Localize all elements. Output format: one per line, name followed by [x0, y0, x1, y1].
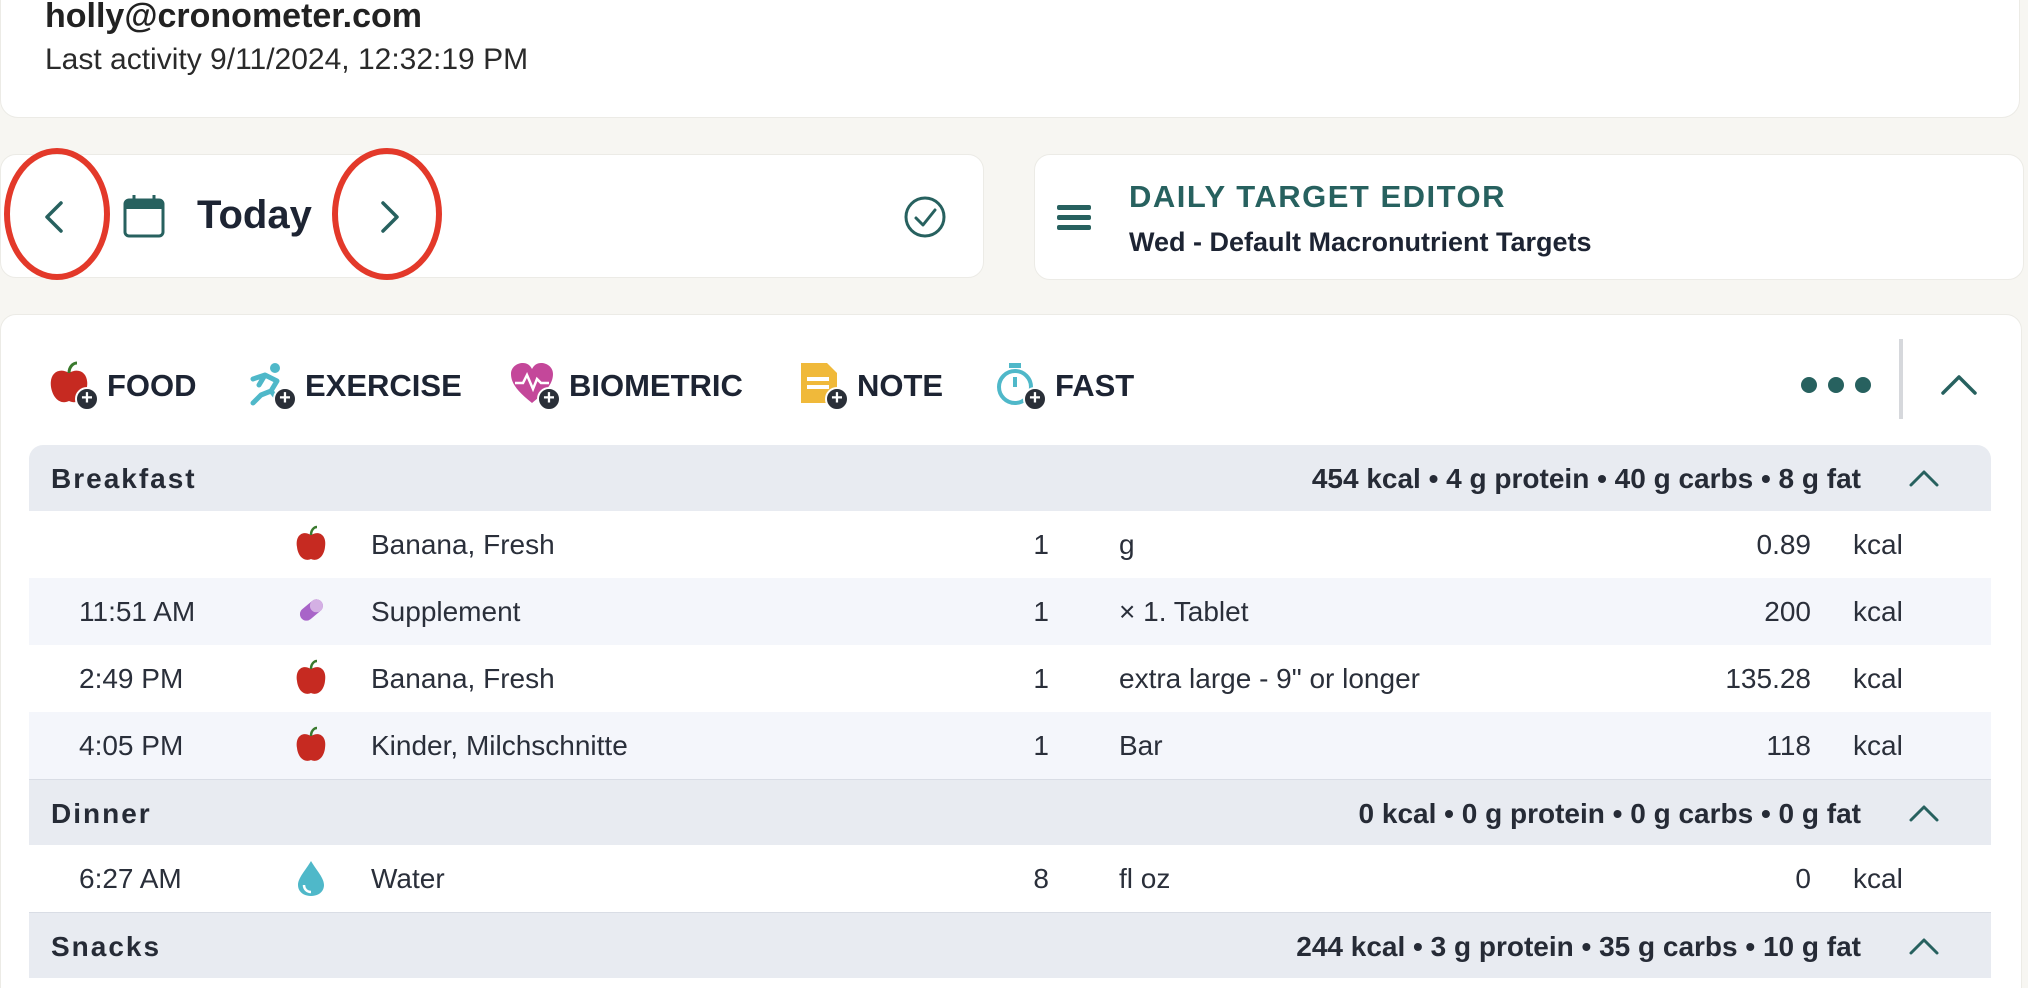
- divider: [1899, 339, 1903, 419]
- entry-kcal-unit: kcal: [1853, 730, 1903, 761]
- food-icon: [296, 525, 326, 560]
- entry-name: Banana, Fresh: [371, 529, 555, 560]
- entry-kcal-unit: kcal: [1853, 529, 1903, 560]
- diary-entry[interactable]: Banana, Fresh 1 g 0.89 kcal: [29, 511, 1991, 578]
- user-email: holly@cronometer.com: [45, 0, 423, 35]
- entry-kcal-unit: kcal: [1853, 663, 1903, 694]
- diary-entry[interactable]: 2:49 PM Banana, Fresh 1 extra large - 9"…: [29, 645, 1991, 712]
- entry-calories: 118: [1766, 730, 1811, 761]
- calendar-icon[interactable]: [121, 193, 167, 239]
- check-circle-icon[interactable]: [902, 194, 948, 240]
- entry-time: 11:51 AM: [79, 596, 196, 627]
- entry-quantity: 8: [1033, 863, 1049, 894]
- target-editor-subtitle: Wed - Default Macronutrient Targets: [1129, 227, 1592, 257]
- date-label[interactable]: Today: [197, 193, 312, 238]
- entry-calories: 135.28: [1725, 663, 1811, 694]
- add-fast-button[interactable]: + FAST: [995, 359, 1134, 413]
- diary-entry[interactable]: 4:05 PM Kinder, Milchschnitte 1 Bar 118 …: [29, 712, 1991, 779]
- entry-calories: 0.89: [1756, 529, 1812, 560]
- user-card: holly@cronometer.com Last activity 9/11/…: [0, 0, 2020, 118]
- diary-entry[interactable]: 6:27 AM Water 8 fl oz 0 kcal: [29, 845, 1991, 912]
- add-exercise-button[interactable]: + EXERCISE: [245, 359, 462, 413]
- group-name: Dinner: [51, 798, 152, 829]
- apple-add-icon: +: [47, 361, 99, 411]
- entry-quantity: 1: [1033, 663, 1049, 694]
- entry-calories: 200: [1764, 596, 1811, 627]
- previous-day-button[interactable]: [5, 155, 105, 279]
- group-header-dinner[interactable]: Dinner 0 kcal • 0 g protein • 0 g carbs …: [29, 779, 1991, 845]
- entry-time: 2:49 PM: [79, 663, 184, 694]
- dot-icon: [1828, 377, 1844, 393]
- add-biometric-label: BIOMETRIC: [569, 368, 743, 403]
- runner-add-icon: +: [245, 361, 297, 411]
- diary-table: Breakfast 454 kcal • 4 g protein • 40 g …: [29, 445, 1991, 978]
- stopwatch-add-icon: +: [995, 361, 1047, 411]
- note-add-icon: +: [797, 361, 849, 411]
- entry-quantity: 1: [1033, 730, 1049, 761]
- group-name: Snacks: [51, 931, 162, 962]
- group-summary: 0 kcal • 0 g protein • 0 g carbs • 0 g f…: [1358, 798, 1861, 829]
- heart-add-icon: +: [509, 361, 561, 411]
- entry-name: Water: [371, 863, 445, 894]
- entry-kcal-unit: kcal: [1853, 596, 1903, 627]
- target-editor-title: DAILY TARGET EDITOR: [1129, 179, 1507, 214]
- more-options-button[interactable]: [1801, 365, 1871, 405]
- entry-unit: fl oz: [1119, 863, 1171, 894]
- food-icon: [296, 659, 326, 694]
- group-header-snacks[interactable]: Snacks 244 kcal • 3 g protein • 35 g car…: [29, 912, 1991, 978]
- food-icon: [296, 726, 326, 761]
- add-note-button[interactable]: + NOTE: [797, 359, 943, 413]
- chevron-up-icon[interactable]: [1905, 461, 1943, 495]
- entry-quantity: 1: [1033, 529, 1049, 560]
- menu-icon[interactable]: [1055, 199, 1093, 237]
- add-exercise-label: EXERCISE: [305, 368, 462, 403]
- entry-calories: 0: [1795, 863, 1811, 894]
- add-biometric-button[interactable]: + BIOMETRIC: [509, 359, 743, 413]
- chevron-up-icon[interactable]: [1905, 929, 1943, 963]
- daily-target-editor[interactable]: DAILY TARGET EDITOR Wed - Default Macron…: [1034, 154, 2024, 280]
- entry-quantity: 1: [1033, 596, 1049, 627]
- chevron-right-icon: [381, 201, 399, 233]
- dot-icon: [1855, 377, 1871, 393]
- date-navigation: Today: [0, 154, 984, 278]
- water-drop-icon: [298, 861, 324, 896]
- entry-time: 6:27 AM: [79, 863, 182, 894]
- diary-entry[interactable]: 11:51 AM Supplement 1 × 1. Tablet 200 kc…: [29, 578, 1991, 645]
- entry-name: Banana, Fresh: [371, 663, 555, 694]
- add-food-button[interactable]: + FOOD: [47, 359, 197, 413]
- next-day-button[interactable]: [339, 155, 439, 279]
- diary-card: + FOOD + EXERCISE + BIOMETRIC + NOTE + F…: [0, 314, 2022, 988]
- chevron-left-icon: [45, 201, 63, 233]
- chevron-up-icon[interactable]: [1905, 796, 1943, 830]
- entry-kcal-unit: kcal: [1853, 863, 1903, 894]
- entry-name: Kinder, Milchschnitte: [371, 730, 628, 761]
- add-note-label: NOTE: [857, 368, 944, 403]
- entry-unit: extra large - 9" or longer: [1119, 663, 1420, 694]
- group-summary: 244 kcal • 3 g protein • 35 g carbs • 10…: [1296, 931, 1861, 962]
- dot-icon: [1801, 377, 1817, 393]
- entry-unit: Bar: [1119, 730, 1163, 761]
- last-activity: Last activity 9/11/2024, 12:32:19 PM: [45, 43, 529, 76]
- group-summary: 454 kcal • 4 g protein • 40 g carbs • 8 …: [1311, 463, 1861, 494]
- add-food-label: FOOD: [107, 368, 197, 403]
- entry-unit: g: [1119, 529, 1135, 560]
- supplement-icon: [299, 599, 323, 621]
- entry-time: 4:05 PM: [79, 730, 184, 761]
- entry-name: Supplement: [371, 596, 521, 627]
- group-name: Breakfast: [51, 463, 197, 494]
- group-header-breakfast[interactable]: Breakfast 454 kcal • 4 g protein • 40 g …: [29, 445, 1991, 511]
- chevron-up-icon[interactable]: [1937, 363, 1981, 407]
- entry-unit: × 1. Tablet: [1119, 596, 1249, 627]
- add-fast-label: FAST: [1055, 368, 1135, 403]
